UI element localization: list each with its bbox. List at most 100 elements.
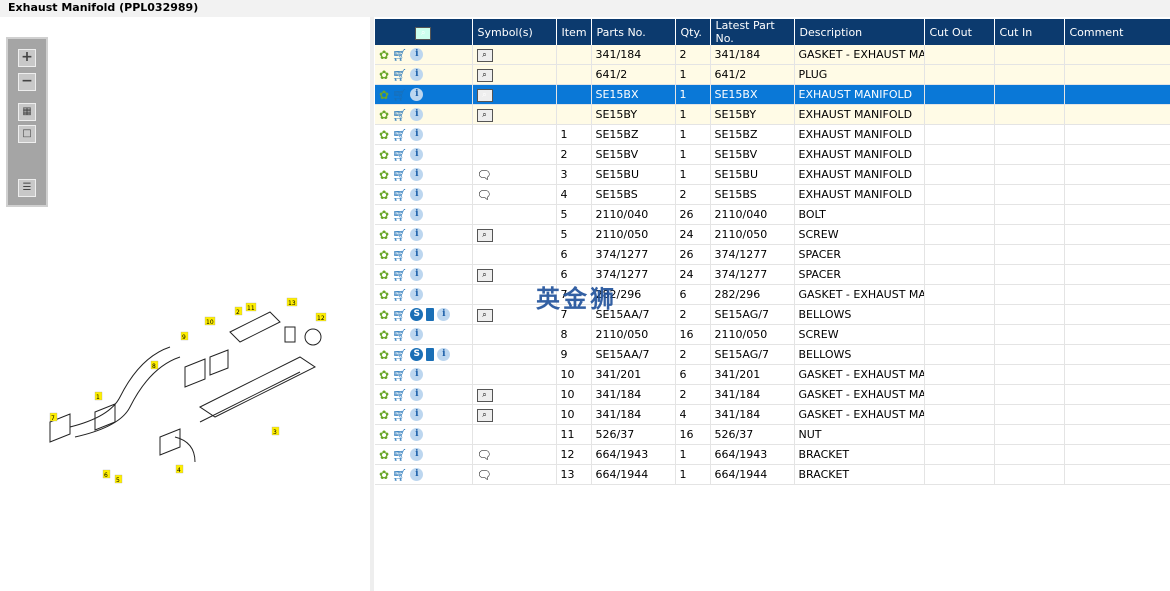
gear-icon[interactable]: ✿ — [379, 388, 389, 402]
gear-icon[interactable]: ✿ — [379, 168, 389, 182]
cart-icon[interactable]: 🛒︎ — [392, 188, 407, 202]
info-icon[interactable]: i — [410, 408, 424, 421]
info-icon[interactable]: i — [437, 348, 451, 361]
info-icon[interactable]: i — [410, 188, 424, 201]
table-row[interactable]: ✿ 🛒︎ i ⌕ 6 374/1277 24 374/1277 SPACER — [375, 264, 1170, 285]
gear-icon[interactable]: ✿ — [379, 348, 389, 362]
table-row[interactable]: ✿ 🛒︎ i 6 374/1277 26 374/1277 SPACER — [375, 244, 1170, 265]
table-row[interactable]: ✿ 🛒︎ i 7 282/296 6 282/296 GASKET - EXHAUST MAN… — [375, 284, 1170, 305]
info-icon[interactable]: i — [410, 328, 424, 341]
gear-icon[interactable]: ✿ — [379, 188, 389, 202]
gear-icon[interactable]: ✿ — [379, 368, 389, 382]
cart-icon[interactable]: 🛒︎ — [392, 308, 407, 322]
table-row[interactable]: ✿ 🛒︎ i ⌕ SE15BY 1 SE15BY EXHAUST MANIFOLD — [375, 104, 1170, 125]
info-icon[interactable]: i — [410, 468, 424, 481]
info-icon[interactable]: i — [410, 288, 424, 301]
book-search-icon[interactable]: ⌕ — [476, 89, 493, 102]
table-row[interactable]: ✿ 🛒︎ i 🗨︎ 4 SE15BS 2 SE15BS EXHAUST MANIFOLD — [375, 184, 1170, 205]
info-icon[interactable]: i — [410, 368, 424, 381]
cart-icon[interactable]: 🛒︎ — [392, 348, 407, 362]
comment-icon[interactable]: 🗨︎ — [477, 188, 492, 202]
gear-icon[interactable]: ✿ — [379, 208, 389, 222]
info-icon[interactable]: i — [410, 428, 424, 441]
info-icon[interactable]: i — [410, 168, 424, 181]
cart-icon[interactable]: 🛒︎ — [392, 448, 407, 462]
cart-icon[interactable]: 🛒︎ — [392, 228, 407, 242]
column-header[interactable]: Latest Part No. — [710, 19, 795, 45]
splitter[interactable] — [370, 17, 374, 591]
book-search-icon[interactable]: ⌕ — [476, 389, 493, 402]
gear-icon[interactable]: ✿ — [379, 48, 389, 62]
info-icon[interactable]: i — [410, 208, 424, 221]
gear-icon[interactable]: ✿ — [379, 128, 389, 142]
gear-icon[interactable]: ✿ — [379, 68, 389, 82]
table-row[interactable]: ✿ 🛒︎ Si ⌕ 7 SE15AA/7 2 SE15AG/7 BELLOWS — [375, 304, 1170, 325]
gear-icon[interactable]: ✿ — [379, 328, 389, 342]
table-row[interactable]: ✿ 🛒︎ i ⌕ 10 341/184 4 341/184 GASKET - EXHAUST M… — [375, 404, 1170, 425]
info-icon[interactable]: i — [410, 88, 424, 101]
cart-icon[interactable]: 🛒︎ — [392, 168, 407, 182]
gear-icon[interactable]: ✿ — [379, 108, 389, 122]
book-search-icon[interactable]: ⌕ — [476, 49, 493, 62]
cart-icon[interactable]: 🛒︎ — [392, 268, 407, 282]
book-search-icon[interactable]: ⌕ — [476, 229, 493, 242]
column-header[interactable]: Symbol(s) — [472, 19, 557, 45]
gear-icon[interactable]: ✿ — [379, 248, 389, 262]
book-search-icon[interactable]: ⌕ — [476, 69, 493, 82]
cart-icon[interactable]: 🛒︎ — [392, 328, 407, 342]
gear-icon[interactable]: ✿ — [379, 268, 389, 282]
cart-icon[interactable]: 🛒︎ — [392, 408, 407, 422]
table-row[interactable]: ✿ 🛒︎ Si 9 SE15AA/7 2 SE15AG/7 BELLOWS — [375, 344, 1170, 365]
gear-icon[interactable]: ✿ — [379, 468, 389, 482]
info-icon[interactable]: i — [410, 268, 424, 281]
column-header[interactable]: Description — [794, 19, 925, 45]
gear-icon[interactable]: ✿ — [379, 448, 389, 462]
comment-icon[interactable]: 🗨︎ — [477, 448, 492, 462]
book-icon[interactable] — [426, 308, 435, 321]
table-row[interactable]: ✿ 🛒︎ i 2 SE15BV 1 SE15BV EXHAUST MANIFOLD — [375, 144, 1170, 165]
table-row[interactable]: ✿ 🛒︎ i ⌕ 341/184 2 341/184 GASKET - EXHAUST MAN… — [375, 45, 1170, 65]
gear-icon[interactable]: ✿ — [379, 88, 389, 102]
toggle-panel-icon[interactable]: ☰ — [18, 179, 36, 197]
info-icon[interactable]: i — [410, 148, 424, 161]
gear-icon[interactable]: ✿ — [379, 428, 389, 442]
zoom-out-icon[interactable]: − — [18, 73, 36, 91]
fit-all-icon[interactable]: ▦ — [18, 103, 36, 121]
cart-icon[interactable]: 🛒︎ — [392, 148, 407, 162]
column-header[interactable]: Cut In — [994, 19, 1065, 45]
gear-icon[interactable]: ✿ — [379, 288, 389, 302]
cart-icon[interactable]: 🛒︎ — [392, 48, 407, 62]
cart-icon[interactable]: 🛒︎ — [392, 208, 407, 222]
info-icon[interactable]: i — [410, 128, 424, 141]
cart-icon[interactable]: 🛒︎ — [392, 108, 407, 122]
table-row[interactable]: ✿ 🛒︎ i ⌕ 5 2110/050 24 2110/050 SCREW — [375, 224, 1170, 245]
cart-icon[interactable]: 🛒︎ — [392, 248, 407, 262]
gear-icon[interactable]: ✿ — [379, 228, 389, 242]
column-header[interactable]: Qty. — [675, 19, 711, 45]
table-row[interactable]: ✿ 🛒︎ i 10 341/201 6 341/201 GASKET - EXHAUST MA… — [375, 364, 1170, 385]
table-row[interactable]: ✿ 🛒︎ i 5 2110/040 26 2110/040 BOLT — [375, 204, 1170, 225]
book-search-icon[interactable]: ⌕ — [476, 109, 493, 122]
info-icon[interactable]: i — [410, 68, 424, 81]
s-icon[interactable]: S — [410, 308, 424, 321]
book-search-icon[interactable]: ⌕ — [476, 309, 493, 322]
book-icon[interactable] — [426, 348, 435, 361]
gear-icon[interactable]: ✿ — [379, 308, 389, 322]
cart-icon[interactable]: 🛒︎ — [392, 468, 407, 482]
info-icon[interactable]: i — [410, 248, 424, 261]
cart-icon[interactable]: 🛒︎ — [392, 368, 407, 382]
table-row[interactable]: ✿ 🛒︎ i ⌕ 641/2 1 641/2 PLUG — [375, 64, 1170, 85]
column-header[interactable]: Comment — [1064, 19, 1170, 45]
table-row[interactable]: ✿ 🛒︎ i 8 2110/050 16 2110/050 SCREW — [375, 324, 1170, 345]
info-icon[interactable]: i — [410, 108, 424, 121]
info-icon[interactable]: i — [410, 448, 424, 461]
table-row[interactable]: ✿ 🛒︎ i 🗨︎ 12 664/1943 1 664/1943 BRACKET — [375, 444, 1170, 465]
comment-icon[interactable]: 🗨︎ — [477, 168, 492, 182]
column-header-search[interactable]: ⌕ — [375, 19, 473, 45]
s-icon[interactable]: S — [410, 348, 424, 361]
cart-icon[interactable]: 🛒︎ — [392, 388, 407, 402]
cart-icon[interactable]: 🛒︎ — [392, 428, 407, 442]
column-header[interactable]: Parts No. — [591, 19, 676, 45]
table-row[interactable]: ✿ 🛒︎ i 1 SE15BZ 1 SE15BZ EXHAUST MANIFOLD — [375, 124, 1170, 145]
gear-icon[interactable]: ✿ — [379, 408, 389, 422]
